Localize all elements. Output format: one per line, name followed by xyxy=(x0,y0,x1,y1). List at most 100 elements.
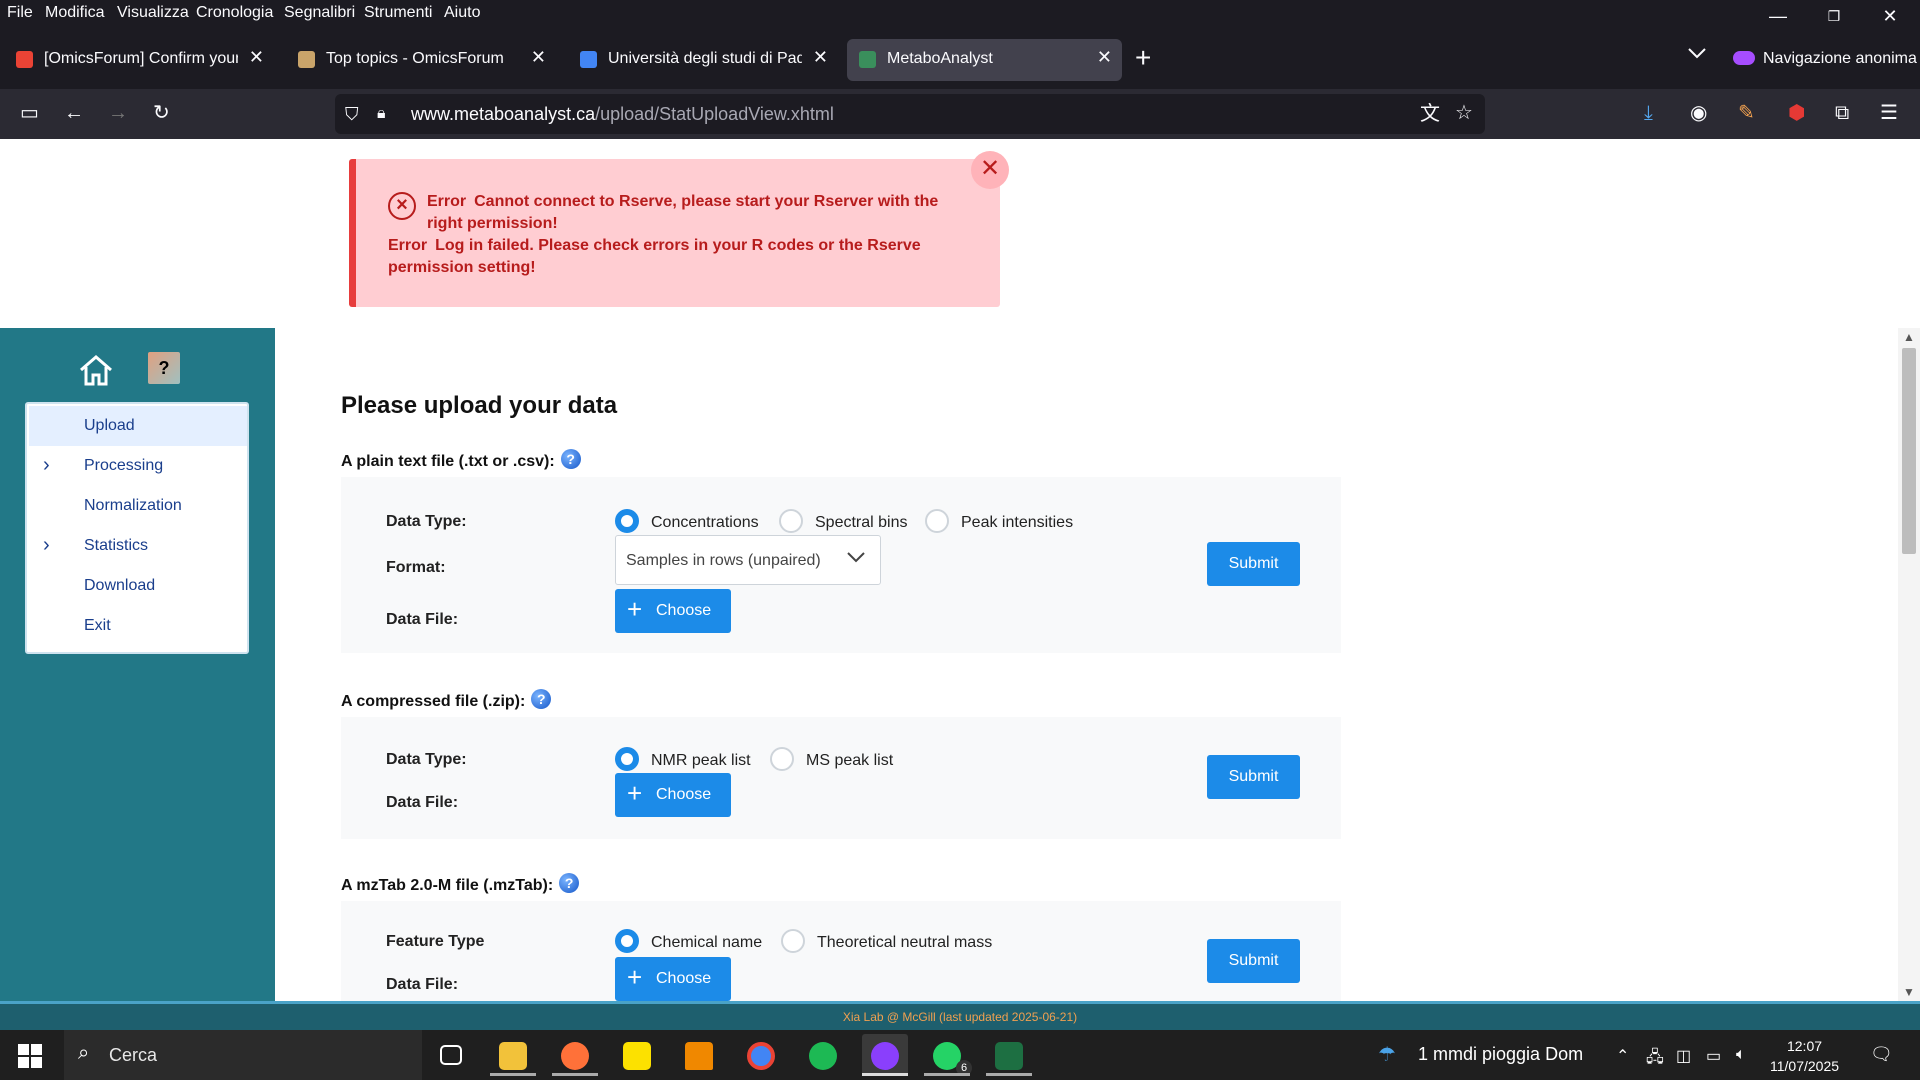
spotify-icon[interactable] xyxy=(800,1034,846,1076)
metaboanalyst-icon xyxy=(859,51,876,68)
forward-icon[interactable]: → xyxy=(108,101,128,125)
submit-zip-button[interactable]: Submit xyxy=(1207,755,1300,799)
menu-visualizza[interactable]: Visualizza xyxy=(117,4,189,22)
hamburger-menu-icon[interactable]: ☰ xyxy=(1880,101,1898,125)
sidebar-toggle-icon[interactable]: ▭ xyxy=(20,101,39,125)
volume-icon[interactable]: 🔈︎ xyxy=(1736,1046,1746,1064)
chevron-up-icon[interactable]: ⌃ xyxy=(1616,1046,1629,1066)
translate-icon[interactable]: 文 xyxy=(1420,102,1440,126)
workflow-menu: Upload › Processing Normalization › Stat… xyxy=(25,402,249,654)
whatsapp-icon[interactable]: 6 xyxy=(924,1034,972,1076)
lock-icon[interactable]: 🔒︎ xyxy=(377,102,386,126)
scrollbar-thumb[interactable] xyxy=(1902,348,1916,554)
help-icon[interactable]: ? xyxy=(560,449,581,469)
close-tab-icon[interactable]: ✕ xyxy=(531,47,546,68)
radio-theoretical-neutral-mass[interactable] xyxy=(781,929,805,953)
sticky-notes-icon[interactable] xyxy=(614,1034,660,1076)
vlc-icon[interactable] xyxy=(676,1034,722,1076)
private-mask-icon xyxy=(1733,51,1755,65)
account-icon[interactable]: ◉ xyxy=(1690,101,1707,125)
camera-icon[interactable]: ◫ xyxy=(1676,1046,1691,1066)
sidebar: ? Upload › Processing Normalization › St… xyxy=(0,328,275,1001)
radio-concentrations[interactable] xyxy=(615,509,639,533)
file-explorer-icon[interactable] xyxy=(490,1034,536,1076)
windows-start-icon[interactable] xyxy=(18,1044,42,1068)
close-error-icon[interactable]: ✕ xyxy=(971,151,1009,189)
notification-center-icon[interactable]: 🗨︎ xyxy=(1870,1044,1893,1065)
choose-zip-button[interactable]: + Choose xyxy=(615,773,731,817)
radio-nmr-peak-list[interactable] xyxy=(615,747,639,771)
tab-unipd[interactable]: Università degli studi di Padova ✕ xyxy=(568,39,838,81)
ublock-icon[interactable]: ⬢ xyxy=(1788,101,1805,125)
radio-spectral-bins[interactable] xyxy=(779,509,803,533)
sidebar-item-exit[interactable]: Exit xyxy=(29,606,247,646)
restore-icon[interactable]: ❐ xyxy=(1812,2,1856,30)
menu-aiuto[interactable]: Aiuto xyxy=(444,4,480,22)
back-icon[interactable]: ← xyxy=(64,101,84,125)
reload-icon[interactable]: ↻ xyxy=(153,101,170,125)
help-diamond-icon[interactable]: ? xyxy=(148,352,180,384)
tab-list-chevron-icon[interactable] xyxy=(1688,47,1706,59)
close-icon[interactable]: ✕ xyxy=(1868,2,1912,30)
close-tab-icon[interactable]: ✕ xyxy=(249,47,264,68)
submit-plain-text-button[interactable]: Submit xyxy=(1207,542,1300,586)
section-title-mztab: A mzTab 2.0-M file (.mzTab):? xyxy=(341,873,580,895)
windows-taskbar: ⌕ Cerca 6 ☂ 1 mmdi pioggia Dom ⌃ 🖧︎ ◫ ▭ … xyxy=(0,1030,1920,1080)
help-icon[interactable]: ? xyxy=(559,873,580,893)
url-bar[interactable]: ⛉ 🔒︎ www.metaboanalyst.ca/upload/StatUpl… xyxy=(335,94,1485,134)
error-circle-icon: × xyxy=(388,192,416,220)
help-icon[interactable]: ? xyxy=(531,689,552,709)
format-select[interactable]: Samples in rows (unpaired) xyxy=(615,535,881,585)
close-tab-icon[interactable]: ✕ xyxy=(813,47,828,68)
task-view-icon[interactable] xyxy=(428,1034,474,1076)
radio-peak-intensities[interactable] xyxy=(925,509,949,533)
weather-text[interactable]: 1 mmdi pioggia Dom xyxy=(1418,1044,1583,1065)
tab-top-topics[interactable]: Top topics - OmicsForum ✕ xyxy=(286,39,556,81)
url-text[interactable]: www.metaboanalyst.ca/upload/StatUploadVi… xyxy=(411,104,834,125)
menu-cronologia[interactable]: Cronologia xyxy=(196,4,273,22)
chrome-icon[interactable] xyxy=(738,1034,784,1076)
network-icon[interactable]: 🖧︎ xyxy=(1646,1046,1664,1073)
minimize-icon[interactable]: — xyxy=(1756,2,1800,30)
sidebar-item-upload[interactable]: Upload xyxy=(29,406,247,446)
menu-strumenti[interactable]: Strumenti xyxy=(364,4,432,22)
excel-icon[interactable] xyxy=(986,1034,1032,1076)
new-tab-icon[interactable]: + xyxy=(1135,44,1151,72)
plus-icon: + xyxy=(627,962,643,992)
submit-mztab-button[interactable]: Submit xyxy=(1207,939,1300,983)
scroll-down-icon[interactable]: ▼ xyxy=(1903,985,1915,999)
calendar-icon xyxy=(580,51,597,68)
page-content: × Error Cannot connect to Rserve, please … xyxy=(0,139,1920,1001)
choose-file-button[interactable]: + Choose xyxy=(615,589,731,633)
shield-icon[interactable]: ⛉ xyxy=(345,102,359,126)
menu-file[interactable]: File xyxy=(7,4,33,22)
sidebar-item-download[interactable]: Download xyxy=(29,566,247,606)
choose-mztab-button[interactable]: + Choose xyxy=(615,957,731,1001)
radio-chemical-name[interactable] xyxy=(615,929,639,953)
radio-ms-peak-list[interactable] xyxy=(770,747,794,771)
scroll-up-icon[interactable]: ▲ xyxy=(1903,330,1915,344)
battery-icon[interactable]: ▭ xyxy=(1706,1046,1721,1066)
taskbar-clock[interactable]: 12:07 11/07/2025 xyxy=(1770,1036,1839,1076)
tab-omicsforum-confirm[interactable]: [OmicsForum] Confirm your new ✕ xyxy=(4,39,274,81)
menu-bar: File Modifica Visualizza Cronologia Segn… xyxy=(0,0,1920,29)
tab-metaboanalyst[interactable]: MetaboAnalyst ✕ xyxy=(847,39,1122,81)
bookmark-star-icon[interactable]: ☆ xyxy=(1455,101,1473,125)
page-scrollbar[interactable]: ▲ ▼ xyxy=(1898,328,1920,1001)
zip-upload-panel: Data Type: NMR peak list MS peak list Su… xyxy=(341,717,1341,839)
tab-bar: [OmicsForum] Confirm your new ✕ Top topi… xyxy=(0,29,1920,89)
taskbar-search[interactable]: ⌕ Cerca xyxy=(64,1030,422,1080)
section-title-zip: A compressed file (.zip):? xyxy=(341,689,552,711)
sidebar-item-statistics[interactable]: › Statistics xyxy=(29,526,247,566)
firefox-private-icon[interactable] xyxy=(862,1034,908,1076)
downloads-icon[interactable]: ⤓ xyxy=(1644,101,1653,125)
sidebar-item-normalization[interactable]: Normalization xyxy=(29,486,247,526)
home-icon[interactable] xyxy=(78,354,114,386)
menu-segnalibri[interactable]: Segnalibri xyxy=(284,4,355,22)
sidebar-item-processing[interactable]: › Processing xyxy=(29,446,247,486)
extension-icon[interactable]: ✎ xyxy=(1738,101,1755,125)
close-tab-icon[interactable]: ✕ xyxy=(1097,47,1112,68)
firefox-icon[interactable] xyxy=(552,1034,598,1076)
menu-modifica[interactable]: Modifica xyxy=(45,4,105,22)
extensions-puzzle-icon[interactable]: ⧉ xyxy=(1835,101,1849,125)
